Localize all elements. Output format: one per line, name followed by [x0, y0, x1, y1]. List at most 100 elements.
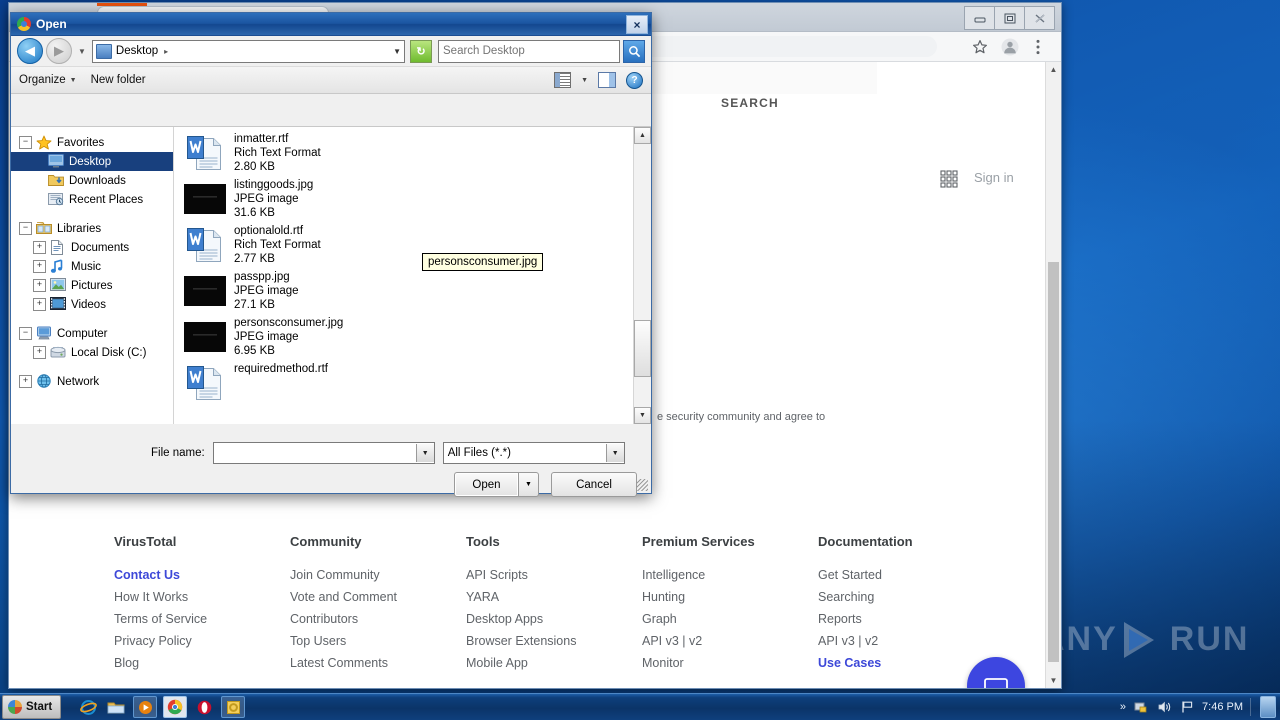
footer-link[interactable]: Browser Extensions [466, 635, 642, 648]
collapse-icon[interactable]: − [19, 222, 32, 235]
footer-link[interactable]: Terms of Service [114, 613, 290, 626]
expand-icon[interactable]: + [33, 260, 46, 273]
file-list[interactable]: inmatter.rtf Rich Text Format 2.80 KB listi… [174, 127, 651, 424]
tree-item-documents[interactable]: + Documents [11, 238, 173, 257]
search-input[interactable] [439, 44, 619, 58]
forward-button[interactable]: ▶ [46, 38, 72, 64]
start-button[interactable]: Start [2, 695, 62, 719]
footer-link[interactable]: Monitor [642, 657, 818, 670]
footer-link[interactable]: Blog [114, 657, 290, 670]
expand-icon[interactable]: + [33, 346, 46, 359]
dialog-close-button[interactable]: × [626, 15, 648, 34]
collapse-icon[interactable]: − [19, 136, 32, 149]
footer-link[interactable]: API v3 | v2 [642, 635, 818, 648]
tree-item-downloads[interactable]: Downloads [11, 171, 173, 190]
scroll-up-arrow[interactable]: ▲ [1046, 62, 1061, 77]
file-scroll-down-arrow[interactable]: ▼ [634, 407, 651, 424]
file-item[interactable]: requiredmethod.rtf [174, 357, 651, 403]
volume-tray-icon[interactable] [1156, 699, 1172, 715]
footer-link[interactable]: Use Cases [818, 657, 994, 670]
help-icon[interactable]: ? [626, 71, 643, 89]
media-player-icon[interactable] [133, 696, 158, 718]
new-folder-button[interactable]: New folder [91, 74, 146, 86]
file-scroll-up-arrow[interactable]: ▲ [634, 127, 651, 144]
tree-item-libraries[interactable]: − Libraries [11, 219, 173, 238]
search-go-icon[interactable] [623, 39, 645, 63]
footer-link[interactable]: API v3 | v2 [818, 635, 994, 648]
page-scrollbar[interactable]: ▲ ▼ [1045, 62, 1061, 688]
footer-link[interactable]: YARA [466, 591, 642, 604]
breadcrumb-desktop[interactable]: Desktop [116, 45, 158, 57]
page-scroll-thumb[interactable] [1048, 262, 1059, 662]
taskbar-clock[interactable]: 7:46 PM [1202, 701, 1243, 713]
footer-link[interactable]: Searching [818, 591, 994, 604]
preview-pane-icon[interactable] [598, 72, 616, 88]
footer-link[interactable]: Reports [818, 613, 994, 626]
footer-link[interactable]: Graph [642, 613, 818, 626]
collapse-icon[interactable]: − [19, 327, 32, 340]
footer-link[interactable]: Contributors [290, 613, 466, 626]
cancel-button[interactable]: Cancel [551, 472, 637, 497]
footer-link[interactable]: Contact Us [114, 569, 290, 582]
close-button[interactable] [1025, 7, 1054, 29]
browser-menu-icon[interactable] [1027, 36, 1049, 57]
apps-grid-icon[interactable] [939, 169, 959, 189]
footer-link[interactable]: Privacy Policy [114, 635, 290, 648]
minimize-button[interactable] [965, 7, 995, 29]
navigation-tree[interactable]: − Favorites Desktop Downloads Recent Places −… [11, 127, 174, 424]
search-box[interactable] [438, 39, 620, 63]
back-button[interactable]: ◀ [17, 38, 43, 64]
tree-item-computer[interactable]: − Computer [11, 324, 173, 343]
sign-in-link[interactable]: Sign in [974, 170, 1014, 185]
organize-button[interactable]: Organize ▼ [19, 74, 77, 86]
file-item[interactable]: personsconsumer.jpg JPEG image 6.95 KB [174, 311, 651, 357]
footer-link[interactable]: Get Started [818, 569, 994, 582]
footer-link[interactable]: Latest Comments [290, 657, 466, 670]
file-item[interactable]: listinggoods.jpg JPEG image 31.6 KB [174, 173, 651, 219]
resize-grip[interactable] [636, 479, 648, 491]
tree-item-recent-places[interactable]: Recent Places [11, 190, 173, 209]
maximize-button[interactable] [995, 7, 1025, 29]
show-desktop-button[interactable] [1260, 696, 1276, 718]
file-list-scrollbar[interactable]: ▲ ▼ [633, 127, 651, 424]
footer-link[interactable]: Desktop Apps [466, 613, 642, 626]
breadcrumb-arrow-icon[interactable]: ▸ [164, 47, 168, 56]
tray-overflow-icon[interactable]: » [1120, 701, 1126, 713]
footer-link[interactable]: Vote and Comment [290, 591, 466, 604]
tree-item-network[interactable]: + Network [11, 372, 173, 391]
filetype-dropdown-icon[interactable]: ▼ [605, 444, 624, 462]
footer-link[interactable]: Hunting [642, 591, 818, 604]
expand-icon[interactable]: + [19, 375, 32, 388]
footer-link[interactable]: Join Community [290, 569, 466, 582]
explorer-icon[interactable] [105, 697, 127, 717]
tree-item-local-disk-c[interactable]: + Local Disk (C:) [11, 343, 173, 362]
footer-link[interactable]: API Scripts [466, 569, 642, 582]
filename-combobox[interactable]: ▼ [212, 442, 435, 464]
open-button[interactable]: Open [454, 472, 518, 497]
expand-icon[interactable]: + [33, 279, 46, 292]
profile-avatar-icon[interactable] [999, 36, 1021, 57]
footer-link[interactable]: Top Users [290, 635, 466, 648]
footer-link[interactable]: How It Works [114, 591, 290, 604]
internet-explorer-icon[interactable] [77, 697, 99, 717]
file-scroll-thumb[interactable] [634, 320, 651, 377]
tree-item-desktop[interactable]: Desktop [11, 152, 173, 171]
view-caret-icon[interactable]: ▼ [581, 77, 588, 84]
expand-icon[interactable]: + [33, 298, 46, 311]
chrome-icon[interactable] [163, 696, 188, 718]
network-tray-icon[interactable] [1133, 699, 1149, 715]
tree-item-favorites[interactable]: − Favorites [11, 133, 173, 152]
office-icon[interactable] [221, 696, 246, 718]
recent-locations-icon[interactable]: ▼ [78, 47, 86, 56]
filetype-combobox[interactable]: All Files (*.*) ▼ [442, 442, 625, 464]
footer-link[interactable]: Mobile App [466, 657, 642, 670]
open-split-caret-icon[interactable]: ▼ [518, 472, 539, 497]
tree-item-videos[interactable]: + Videos [11, 295, 173, 314]
tree-item-pictures[interactable]: + Pictures [11, 276, 173, 295]
filename-dropdown-icon[interactable]: ▼ [415, 444, 434, 462]
address-dropdown-icon[interactable]: ▼ [393, 47, 401, 56]
scroll-down-arrow[interactable]: ▼ [1046, 673, 1061, 688]
file-item[interactable]: passpp.jpg JPEG image 27.1 KB [174, 265, 651, 311]
breadcrumb-address-bar[interactable]: Desktop ▸ ▼ [91, 39, 405, 63]
tree-item-music[interactable]: + Music [11, 257, 173, 276]
